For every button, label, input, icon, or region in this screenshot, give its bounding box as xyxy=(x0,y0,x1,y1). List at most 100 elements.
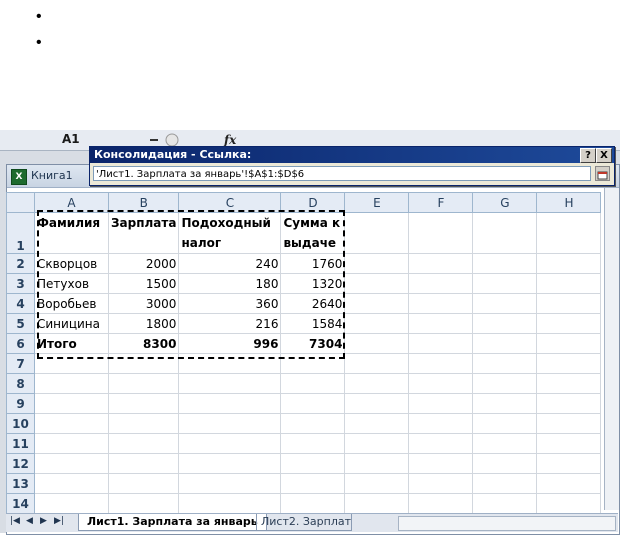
collapse-dialog-button[interactable] xyxy=(595,166,610,181)
cell[interactable] xyxy=(344,453,410,474)
cell[interactable] xyxy=(536,393,602,414)
cell[interactable] xyxy=(536,353,602,374)
cell[interactable] xyxy=(408,253,474,274)
row-header[interactable]: 3 xyxy=(6,273,35,294)
cell[interactable] xyxy=(472,493,538,514)
column-header[interactable]: A xyxy=(34,192,109,213)
first-sheet-icon[interactable]: |◀ xyxy=(10,516,20,526)
cell[interactable] xyxy=(536,433,602,454)
cell[interactable] xyxy=(107,413,180,434)
cell[interactable] xyxy=(536,313,602,334)
cell[interactable]: 1760 xyxy=(280,253,346,274)
cell[interactable] xyxy=(344,313,410,334)
column-header[interactable]: H xyxy=(536,192,602,213)
cell[interactable] xyxy=(408,493,474,514)
cell[interactable] xyxy=(408,433,474,454)
cell[interactable] xyxy=(472,353,538,374)
cell[interactable]: 2640 xyxy=(280,293,346,314)
cell[interactable] xyxy=(536,333,602,354)
row-header[interactable]: 1 xyxy=(6,212,35,254)
row-header[interactable]: 6 xyxy=(6,333,35,354)
cell[interactable] xyxy=(344,493,410,514)
row-header[interactable]: 4 xyxy=(6,293,35,314)
cell[interactable] xyxy=(472,253,538,274)
cell[interactable] xyxy=(178,473,282,494)
cell[interactable]: 1500 xyxy=(107,273,180,294)
cell[interactable]: 996 xyxy=(178,333,282,354)
row-header[interactable]: 9 xyxy=(6,393,35,414)
cell[interactable] xyxy=(408,453,474,474)
cell[interactable] xyxy=(178,433,282,454)
cell[interactable] xyxy=(107,473,180,494)
cell[interactable] xyxy=(344,373,410,394)
column-header[interactable]: G xyxy=(472,192,538,213)
cell[interactable] xyxy=(472,433,538,454)
row-header[interactable]: 2 xyxy=(6,253,35,274)
row-header[interactable]: 13 xyxy=(6,473,35,494)
cell[interactable] xyxy=(472,413,538,434)
spreadsheet-grid[interactable]: A B C D E F G H 1 Фамилия Зарплата Подоходный налог… xyxy=(6,192,602,514)
cell[interactable]: Воробьев xyxy=(34,293,109,314)
vertical-scrollbar[interactable] xyxy=(604,188,619,510)
cell[interactable] xyxy=(344,333,410,354)
cell[interactable] xyxy=(344,293,410,314)
cell[interactable] xyxy=(178,413,282,434)
row-header[interactable]: 10 xyxy=(6,413,35,434)
last-sheet-icon[interactable]: ▶| xyxy=(54,516,64,526)
cell[interactable] xyxy=(408,313,474,334)
cell[interactable]: Сумма к выдаче xyxy=(280,212,346,254)
cell[interactable] xyxy=(344,253,410,274)
cell[interactable] xyxy=(536,413,602,434)
column-header[interactable]: C xyxy=(178,192,282,213)
cell[interactable] xyxy=(472,393,538,414)
cell[interactable]: Подоходный налог xyxy=(178,212,282,254)
cell[interactable] xyxy=(408,373,474,394)
cell[interactable]: Фамилия xyxy=(34,212,109,254)
prev-sheet-icon[interactable]: ◀ xyxy=(26,516,33,526)
cell[interactable] xyxy=(408,413,474,434)
cell[interactable] xyxy=(408,473,474,494)
cell[interactable] xyxy=(107,373,180,394)
cell[interactable] xyxy=(107,393,180,414)
cell[interactable] xyxy=(34,493,109,514)
cell[interactable] xyxy=(408,293,474,314)
cell[interactable] xyxy=(178,373,282,394)
cell[interactable]: 8300 xyxy=(107,333,180,354)
cell[interactable] xyxy=(408,212,474,254)
cell[interactable]: 360 xyxy=(178,293,282,314)
row-header[interactable]: 14 xyxy=(6,493,35,514)
cell[interactable] xyxy=(34,373,109,394)
row-header[interactable]: 11 xyxy=(6,433,35,454)
reference-input[interactable]: 'Лист1. Зарплата за январь'!$A$1:$D$6 xyxy=(93,166,591,181)
cell[interactable] xyxy=(280,373,346,394)
cell[interactable] xyxy=(536,373,602,394)
cell[interactable] xyxy=(280,353,346,374)
cell[interactable] xyxy=(280,433,346,454)
cell[interactable] xyxy=(107,493,180,514)
column-header[interactable]: E xyxy=(344,192,410,213)
cell[interactable]: 1584 xyxy=(280,313,346,334)
cell[interactable] xyxy=(280,413,346,434)
cell[interactable] xyxy=(344,212,410,254)
cell[interactable]: Синицина xyxy=(34,313,109,334)
cell[interactable] xyxy=(536,453,602,474)
cell[interactable]: 7304 xyxy=(280,333,346,354)
select-all-corner[interactable] xyxy=(6,192,35,213)
cell[interactable]: 3000 xyxy=(107,293,180,314)
cell[interactable] xyxy=(178,393,282,414)
row-header[interactable]: 8 xyxy=(6,373,35,394)
column-header[interactable]: D xyxy=(280,192,346,213)
cell[interactable]: Скворцов xyxy=(34,253,109,274)
help-button[interactable]: ? xyxy=(580,148,596,163)
cell[interactable]: 240 xyxy=(178,253,282,274)
tab-sheet2[interactable]: Лист2. Зарплата за ф xyxy=(256,514,352,531)
cell[interactable] xyxy=(107,433,180,454)
cell[interactable] xyxy=(34,453,109,474)
close-button[interactable]: X xyxy=(596,148,612,163)
cell[interactable] xyxy=(344,473,410,494)
cell[interactable] xyxy=(408,273,474,294)
row-header[interactable]: 7 xyxy=(6,353,35,374)
cell[interactable]: 180 xyxy=(178,273,282,294)
cell[interactable] xyxy=(536,473,602,494)
cell[interactable] xyxy=(107,353,180,374)
